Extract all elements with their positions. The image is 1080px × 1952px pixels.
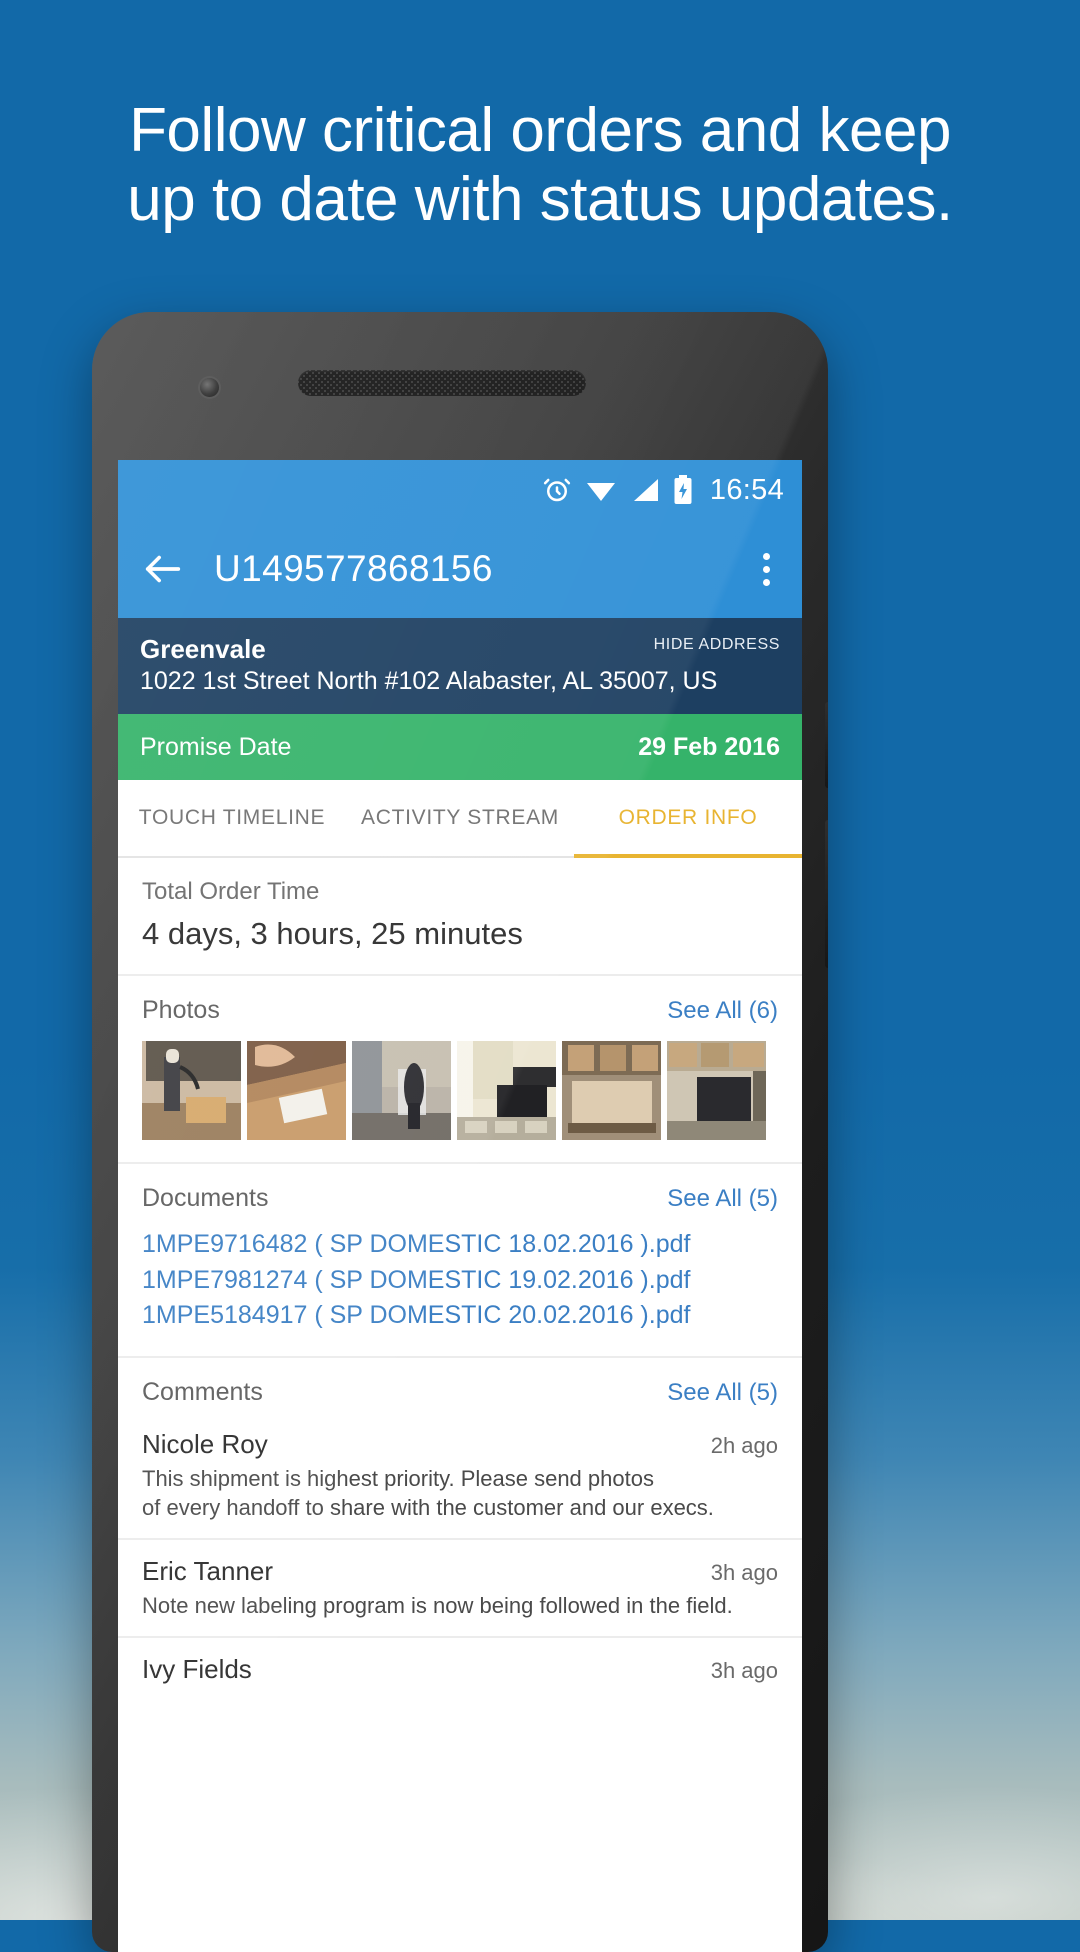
promise-date-label: Promise Date xyxy=(140,732,292,761)
tab-bar: TOUCH TIMELINE ACTIVITY STREAM ORDER INF… xyxy=(118,780,802,858)
tab-active-indicator xyxy=(573,854,802,858)
photo-wrapped-pallet[interactable] xyxy=(562,1041,661,1140)
volume-button[interactable] xyxy=(825,820,828,968)
headline-line-1: Follow critical orders and keep xyxy=(129,96,951,165)
phone-screen: 16:54 U149577868156 Greenvale 1022 1st S… xyxy=(118,460,802,1952)
photo-box-label[interactable] xyxy=(247,1041,346,1140)
total-order-time-value: 4 days, 3 hours, 25 minutes xyxy=(142,916,523,951)
battery-charging-icon xyxy=(673,475,693,505)
overflow-menu-icon[interactable] xyxy=(753,547,780,592)
comment-body-line: of every handoff to share with the custo… xyxy=(142,1494,714,1520)
comment-timestamp: 3h ago xyxy=(710,1559,778,1585)
tab-activity-stream[interactable]: ACTIVITY STREAM xyxy=(346,806,574,830)
address-block[interactable]: Greenvale 1022 1st Street North #102 Ala… xyxy=(118,618,802,714)
wifi-icon xyxy=(585,477,617,503)
power-button[interactable] xyxy=(825,702,828,788)
document-link[interactable]: 1MPE9716482 ( SP DOMESTIC 18.02.2016 ).p… xyxy=(142,1227,778,1263)
page-title: U149577868156 xyxy=(214,548,493,589)
photos-title: Photos xyxy=(142,996,220,1024)
cell-signal-icon xyxy=(630,477,660,503)
photo-warehouse-cart[interactable] xyxy=(352,1041,451,1140)
photo-stacked-crate[interactable] xyxy=(667,1041,766,1140)
comment-body-line: Note new labeling program is now being f… xyxy=(142,1592,733,1618)
comment-author: Ivy Fields xyxy=(142,1653,252,1684)
headline-line-2: up to date with status updates. xyxy=(127,165,953,235)
photos-see-all-link[interactable]: See All (6) xyxy=(667,997,778,1025)
comment-timestamp: 3h ago xyxy=(710,1657,778,1683)
comment-timestamp: 2h ago xyxy=(710,1432,778,1458)
documents-section: Documents See All (5) 1MPE9716482 ( SP D… xyxy=(118,1164,802,1358)
total-order-time-label: Total Order Time xyxy=(142,878,320,905)
comment-body-line: This shipment is highest priority. Pleas… xyxy=(142,1465,654,1491)
marketing-headline: Follow critical orders and keep up to da… xyxy=(0,96,1080,235)
documents-list: 1MPE9716482 ( SP DOMESTIC 18.02.2016 ).p… xyxy=(142,1227,778,1334)
tab-order-info[interactable]: ORDER INFO xyxy=(574,806,802,830)
app-toolbar: U149577868156 xyxy=(118,520,802,618)
phone-mockup: 16:54 U149577868156 Greenvale 1022 1st S… xyxy=(92,312,828,1952)
comment-body: This shipment is highest priority. Pleas… xyxy=(142,1464,778,1522)
address-line: 1022 1st Street North #102 Alabaster, AL… xyxy=(140,667,718,695)
promise-date-bar: Promise Date 29 Feb 2016 xyxy=(118,714,802,780)
comment-author: Nicole Roy xyxy=(142,1428,268,1459)
hide-address-button[interactable]: HIDE ADDRESS xyxy=(654,636,780,654)
promise-date-value: 29 Feb 2016 xyxy=(638,732,780,761)
documents-see-all-link[interactable]: See All (5) xyxy=(667,1185,778,1213)
comments-see-all-link[interactable]: See All (5) xyxy=(667,1379,778,1407)
comment-item[interactable]: Ivy Fields 3h ago xyxy=(118,1637,802,1701)
documents-title: Documents xyxy=(142,1184,269,1212)
back-arrow-icon[interactable] xyxy=(140,546,186,592)
alarm-clock-icon xyxy=(542,475,572,505)
photos-section: Photos See All (6) xyxy=(118,976,802,1164)
comment-item[interactable]: Eric Tanner 3h ago Note new labeling pro… xyxy=(118,1539,802,1638)
documents-header: Documents See All (5) xyxy=(142,1184,778,1213)
comments-header: Comments See All (5) xyxy=(118,1357,802,1413)
photo-strip[interactable] xyxy=(142,1041,778,1140)
earpiece-speaker xyxy=(298,370,586,396)
status-bar: 16:54 xyxy=(118,460,802,520)
total-order-time-section: Total Order Time 4 days, 3 hours, 25 min… xyxy=(118,858,802,976)
photo-pallet-jack[interactable] xyxy=(142,1041,241,1140)
status-bar-clock: 16:54 xyxy=(709,473,784,506)
photo-loading-dock[interactable] xyxy=(457,1041,556,1140)
front-camera-icon xyxy=(200,378,219,397)
photos-header: Photos See All (6) xyxy=(142,996,778,1025)
comments-title: Comments xyxy=(142,1377,263,1406)
document-link[interactable]: 1MPE5184917 ( SP DOMESTIC 20.02.2016 ).p… xyxy=(142,1298,778,1334)
comment-item[interactable]: Nicole Roy 2h ago This shipment is highe… xyxy=(118,1412,802,1540)
document-link[interactable]: 1MPE7981274 ( SP DOMESTIC 19.02.2016 ).p… xyxy=(142,1263,778,1299)
comment-body: Note new labeling program is now being f… xyxy=(142,1591,778,1620)
tab-touch-timeline[interactable]: TOUCH TIMELINE xyxy=(118,806,346,830)
comment-author: Eric Tanner xyxy=(142,1555,274,1586)
